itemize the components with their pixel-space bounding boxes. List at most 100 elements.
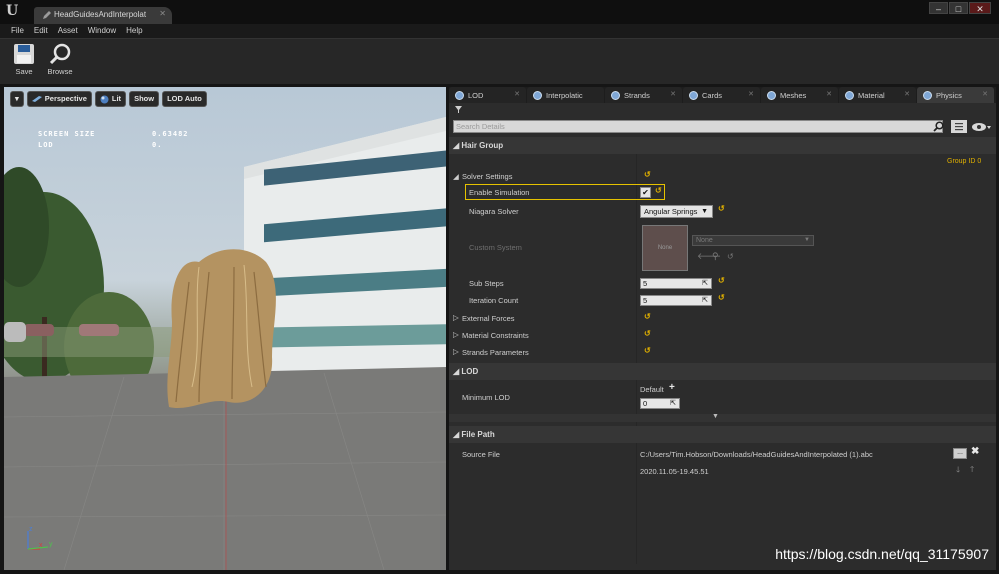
lod-auto-button[interactable]: LOD Auto xyxy=(162,91,207,107)
minimum-lod-input[interactable]: 0 ⇱ xyxy=(640,398,680,409)
niagara-solver-dropdown[interactable]: Angular Springs ▼ xyxy=(640,205,713,218)
show-button[interactable]: Show xyxy=(129,91,160,107)
source-file-row: Source File C:/Users/Tim.Hobson/Download… xyxy=(449,446,996,478)
section-hair-group[interactable]: ◢ Hair Group xyxy=(449,137,996,154)
tab-icon xyxy=(845,90,854,100)
eye-icon[interactable] xyxy=(971,122,991,132)
reset-arrow-icon[interactable]: ↺ xyxy=(655,186,662,195)
clear-icon[interactable]: ✖ xyxy=(971,446,979,457)
details-tabs: LOD ✕ Interpolatic Strands ✕ Cards ✕ Meshes… xyxy=(449,87,996,103)
expand-arrow-icon: ◢ xyxy=(453,172,459,181)
document-tab[interactable]: HeadGuidesAndInterpolat ✕ xyxy=(34,7,172,24)
external-forces-row[interactable]: ▷ External Forces ↺ xyxy=(449,312,996,327)
tab-cards[interactable]: Cards ✕ xyxy=(683,87,760,103)
sphere-icon xyxy=(100,95,109,103)
tab-material[interactable]: Material ✕ xyxy=(839,87,916,103)
tab-physics[interactable]: Physics ✕ xyxy=(917,87,994,103)
material-constraints-label: Material Constraints xyxy=(462,331,529,340)
tab-interpolation-label: Interpolatic xyxy=(546,90,583,100)
axis-y-label: y xyxy=(49,541,53,548)
toolbar: Save Browse xyxy=(0,38,999,84)
tab-lod[interactable]: LOD ✕ xyxy=(449,87,526,103)
move-down-icon[interactable]: 🡓 xyxy=(956,464,960,478)
strands-parameters-row[interactable]: ▷ Strands Parameters ↺ xyxy=(449,346,996,361)
enable-simulation-content: Enable Simulation ✔ ↺ xyxy=(449,186,996,200)
stat-screen-size-value: 0.63482 xyxy=(152,130,189,138)
chevron-down-icon: ▼ xyxy=(701,208,708,215)
close-tab-icon[interactable]: ✕ xyxy=(748,90,754,98)
menu-window[interactable]: Window xyxy=(83,24,121,38)
sub-steps-label: Sub Steps xyxy=(469,279,504,288)
reset-arrow-icon[interactable]: ↺ xyxy=(718,293,725,302)
sub-steps-row: Sub Steps 5 ⇱ ↺ xyxy=(449,276,996,292)
hair-group-header: Hair Group xyxy=(461,141,504,150)
filter-pin-icon[interactable] xyxy=(454,105,463,114)
niagara-solver-row: Niagara Solver Angular Springs ▼ ↺ xyxy=(449,204,996,220)
source-file-timestamp: 2020.11.05-19.45.51 xyxy=(640,467,709,476)
material-constraints-row[interactable]: ▷ Material Constraints ↺ xyxy=(449,329,996,344)
close-tab-icon[interactable]: ✕ xyxy=(826,90,832,98)
close-tab-icon[interactable]: ✕ xyxy=(904,90,910,98)
minimize-button[interactable]: – xyxy=(929,2,948,14)
tab-meshes[interactable]: Meshes ✕ xyxy=(761,87,838,103)
file-path-header: File Path xyxy=(461,430,495,439)
section-lod[interactable]: ◢ LOD xyxy=(449,363,996,380)
tab-strands[interactable]: Strands ✕ xyxy=(605,87,682,103)
enable-simulation-checkbox[interactable]: ✔ xyxy=(640,187,651,198)
enable-simulation-label: Enable Simulation xyxy=(469,188,530,197)
chevron-down-icon: ▼ xyxy=(712,413,719,420)
close-tab-icon[interactable]: ✕ xyxy=(982,90,988,98)
solver-settings-label: Solver Settings xyxy=(462,172,513,181)
close-window-button[interactable]: ✕ xyxy=(969,2,991,14)
reset-arrow-icon[interactable]: ↺ xyxy=(718,276,725,285)
menu-file[interactable]: File xyxy=(6,24,29,38)
menu-edit[interactable]: Edit xyxy=(29,24,53,38)
browse-button[interactable]: Browse xyxy=(42,43,78,76)
dropdown-arrow-icon: ▾ xyxy=(15,94,19,103)
drag-arrows-icon: ⇱ xyxy=(670,400,676,407)
viewport-toolbar: ▾ Perspective Lit Show LOD Auto xyxy=(10,91,207,107)
close-tab-icon[interactable]: ✕ xyxy=(514,90,520,98)
custom-system-dropdown[interactable]: None ▼ xyxy=(692,235,814,246)
maximize-button[interactable]: □ xyxy=(949,2,968,14)
search-icon[interactable] xyxy=(933,121,944,132)
save-label: Save xyxy=(15,67,33,76)
reset-arrow-icon[interactable]: ↺ xyxy=(644,170,651,179)
move-up-icon[interactable]: 🡑 xyxy=(970,464,974,478)
tab-interpolation[interactable]: Interpolatic xyxy=(527,87,604,103)
collapsed-arrow-icon: ▷ xyxy=(453,313,459,322)
advanced-expander[interactable]: ▼ xyxy=(449,413,996,422)
browse-file-button[interactable]: ... xyxy=(953,448,967,459)
tab-strands-label: Strands xyxy=(624,90,650,100)
default-label: Default xyxy=(640,385,664,394)
tab-icon xyxy=(923,90,932,100)
reset-arrow-icon[interactable]: ↺ xyxy=(644,329,651,338)
menu-asset[interactable]: Asset xyxy=(53,24,83,38)
reset-arrow-icon[interactable]: ↺ xyxy=(727,252,734,261)
reset-arrow-icon[interactable]: ↺ xyxy=(644,346,651,355)
custom-system-thumbnail[interactable]: None xyxy=(642,225,688,271)
lit-button[interactable]: Lit xyxy=(94,91,127,107)
save-button[interactable]: Save xyxy=(6,43,42,76)
asset-icon xyxy=(43,11,51,19)
scene-render xyxy=(4,117,446,570)
minimum-lod-label: Minimum LOD xyxy=(462,393,510,402)
perspective-button[interactable]: Perspective xyxy=(26,91,92,107)
section-file-path[interactable]: ◢ File Path xyxy=(449,426,996,443)
close-tab-icon[interactable]: ✕ xyxy=(670,90,676,98)
browse-magnifier-icon[interactable]: ⚲ xyxy=(712,251,719,262)
lit-label: Lit xyxy=(111,94,122,103)
reset-arrow-icon[interactable]: ↺ xyxy=(718,204,725,213)
tab-icon xyxy=(455,90,464,100)
menu-help[interactable]: Help xyxy=(121,24,147,38)
property-matrix-button[interactable] xyxy=(951,120,967,133)
sub-steps-input[interactable]: 5 ⇱ xyxy=(640,278,712,289)
close-tab-icon[interactable]: ✕ xyxy=(159,9,166,18)
reset-arrow-icon[interactable]: ↺ xyxy=(644,312,651,321)
search-input[interactable]: Search Details xyxy=(453,120,943,133)
add-platform-icon[interactable]: + xyxy=(669,382,675,393)
viewport[interactable]: ▾ Perspective Lit Show LOD Auto SCREEN S… xyxy=(4,87,446,570)
viewport-options-button[interactable]: ▾ xyxy=(10,91,24,107)
collapsed-arrow-icon: ▷ xyxy=(453,347,459,356)
iteration-count-input[interactable]: 5 ⇱ xyxy=(640,295,712,306)
